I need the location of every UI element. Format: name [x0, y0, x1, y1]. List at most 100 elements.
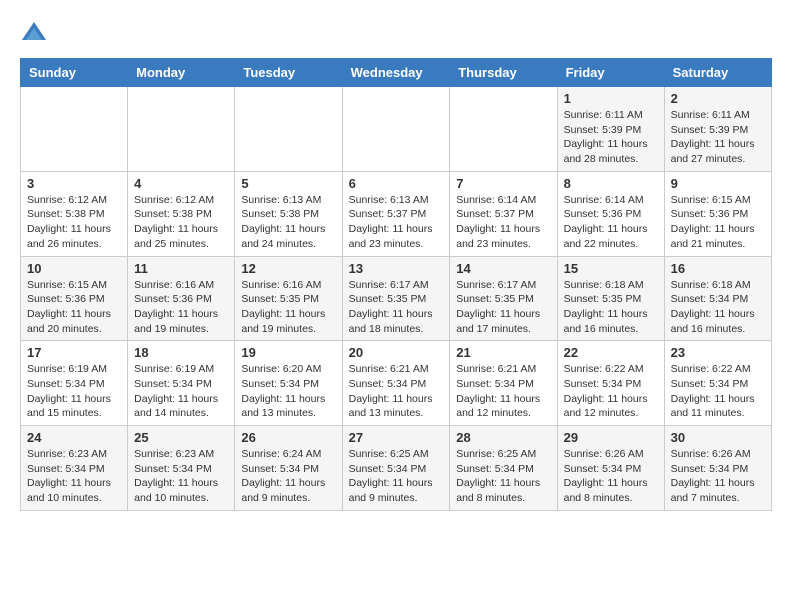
day-number: 8	[564, 176, 658, 191]
day-detail: Sunrise: 6:18 AM Sunset: 5:34 PM Dayligh…	[671, 278, 765, 337]
day-detail: Sunrise: 6:15 AM Sunset: 5:36 PM Dayligh…	[671, 193, 765, 252]
calendar-day-26: 26 Sunrise: 6:24 AM Sunset: 5:34 PM Dayli…	[235, 426, 342, 511]
day-number: 21	[456, 345, 550, 360]
day-detail: Sunrise: 6:19 AM Sunset: 5:34 PM Dayligh…	[27, 362, 121, 421]
calendar-day-6: 6 Sunrise: 6:13 AM Sunset: 5:37 PM Daylig…	[342, 171, 450, 256]
calendar-day-14: 14 Sunrise: 6:17 AM Sunset: 5:35 PM Dayli…	[450, 256, 557, 341]
calendar-day-17: 17 Sunrise: 6:19 AM Sunset: 5:34 PM Dayli…	[21, 341, 128, 426]
day-detail: Sunrise: 6:13 AM Sunset: 5:38 PM Dayligh…	[241, 193, 335, 252]
day-number: 30	[671, 430, 765, 445]
calendar-week-row: 1 Sunrise: 6:11 AM Sunset: 5:39 PM Daylig…	[21, 87, 772, 172]
day-number: 23	[671, 345, 765, 360]
calendar-day-24: 24 Sunrise: 6:23 AM Sunset: 5:34 PM Dayli…	[21, 426, 128, 511]
calendar-day-30: 30 Sunrise: 6:26 AM Sunset: 5:34 PM Dayli…	[664, 426, 771, 511]
calendar-day-20: 20 Sunrise: 6:21 AM Sunset: 5:34 PM Dayli…	[342, 341, 450, 426]
calendar-day-10: 10 Sunrise: 6:15 AM Sunset: 5:36 PM Dayli…	[21, 256, 128, 341]
day-detail: Sunrise: 6:21 AM Sunset: 5:34 PM Dayligh…	[349, 362, 444, 421]
weekday-header-sunday: Sunday	[21, 59, 128, 87]
day-detail: Sunrise: 6:11 AM Sunset: 5:39 PM Dayligh…	[671, 108, 765, 167]
calendar-day-1: 1 Sunrise: 6:11 AM Sunset: 5:39 PM Daylig…	[557, 87, 664, 172]
day-number: 3	[27, 176, 121, 191]
day-number: 25	[134, 430, 228, 445]
calendar-empty-cell	[128, 87, 235, 172]
calendar-day-23: 23 Sunrise: 6:22 AM Sunset: 5:34 PM Dayli…	[664, 341, 771, 426]
day-detail: Sunrise: 6:21 AM Sunset: 5:34 PM Dayligh…	[456, 362, 550, 421]
calendar-day-18: 18Sunrise: 6:19 AM Sunset: 5:34 PM Dayli…	[128, 341, 235, 426]
day-number: 2	[671, 91, 765, 106]
calendar-day-27: 27Sunrise: 6:25 AM Sunset: 5:34 PM Dayli…	[342, 426, 450, 511]
weekday-header-friday: Friday	[557, 59, 664, 87]
day-detail: Sunrise: 6:11 AM Sunset: 5:39 PM Dayligh…	[564, 108, 658, 167]
calendar-day-4: 4 Sunrise: 6:12 AM Sunset: 5:38 PM Daylig…	[128, 171, 235, 256]
day-detail: Sunrise: 6:22 AM Sunset: 5:34 PM Dayligh…	[671, 362, 765, 421]
day-number: 7	[456, 176, 550, 191]
day-number: 14	[456, 261, 550, 276]
weekday-header-tuesday: Tuesday	[235, 59, 342, 87]
calendar-day-13: 13 Sunrise: 6:17 AM Sunset: 5:35 PM Dayli…	[342, 256, 450, 341]
day-detail: Sunrise: 6:17 AM Sunset: 5:35 PM Dayligh…	[349, 278, 444, 337]
day-detail: Sunrise: 6:20 AM Sunset: 5:34 PM Dayligh…	[241, 362, 335, 421]
calendar-empty-cell	[21, 87, 128, 172]
calendar-day-2: 2 Sunrise: 6:11 AM Sunset: 5:39 PM Daylig…	[664, 87, 771, 172]
day-detail: Sunrise: 6:26 AM Sunset: 5:34 PM Dayligh…	[564, 447, 658, 506]
day-detail: Sunrise: 6:23 AM Sunset: 5:34 PM Dayligh…	[27, 447, 121, 506]
calendar-day-8: 8 Sunrise: 6:14 AM Sunset: 5:36 PM Daylig…	[557, 171, 664, 256]
day-detail: Sunrise: 6:26 AM Sunset: 5:34 PM Dayligh…	[671, 447, 765, 506]
weekday-header-monday: Monday	[128, 59, 235, 87]
day-detail: Sunrise: 6:14 AM Sunset: 5:36 PM Dayligh…	[564, 193, 658, 252]
day-detail: Sunrise: 6:22 AM Sunset: 5:34 PM Dayligh…	[564, 362, 658, 421]
day-number: 28	[456, 430, 550, 445]
calendar-day-5: 5 Sunrise: 6:13 AM Sunset: 5:38 PM Daylig…	[235, 171, 342, 256]
day-detail: Sunrise: 6:17 AM Sunset: 5:35 PM Dayligh…	[456, 278, 550, 337]
weekday-header-row: SundayMondayTuesdayWednesdayThursdayFrid…	[21, 59, 772, 87]
day-number: 22	[564, 345, 658, 360]
calendar-empty-cell	[235, 87, 342, 172]
day-number: 9	[671, 176, 765, 191]
calendar-day-21: 21 Sunrise: 6:21 AM Sunset: 5:34 PM Dayli…	[450, 341, 557, 426]
calendar-day-19: 19Sunrise: 6:20 AM Sunset: 5:34 PM Dayli…	[235, 341, 342, 426]
weekday-header-wednesday: Wednesday	[342, 59, 450, 87]
calendar-empty-cell	[342, 87, 450, 172]
calendar-day-15: 15Sunrise: 6:18 AM Sunset: 5:35 PM Dayli…	[557, 256, 664, 341]
day-number: 29	[564, 430, 658, 445]
day-number: 13	[349, 261, 444, 276]
calendar-day-12: 12Sunrise: 6:16 AM Sunset: 5:35 PM Dayli…	[235, 256, 342, 341]
calendar-week-row: 17 Sunrise: 6:19 AM Sunset: 5:34 PM Dayli…	[21, 341, 772, 426]
day-detail: Sunrise: 6:14 AM Sunset: 5:37 PM Dayligh…	[456, 193, 550, 252]
day-detail: Sunrise: 6:12 AM Sunset: 5:38 PM Dayligh…	[134, 193, 228, 252]
day-number: 26	[241, 430, 335, 445]
logo-icon	[20, 20, 48, 48]
day-detail: Sunrise: 6:25 AM Sunset: 5:34 PM Dayligh…	[349, 447, 444, 506]
calendar-table: SundayMondayTuesdayWednesdayThursdayFrid…	[20, 58, 772, 511]
day-detail: Sunrise: 6:23 AM Sunset: 5:34 PM Dayligh…	[134, 447, 228, 506]
calendar-day-22: 22 Sunrise: 6:22 AM Sunset: 5:34 PM Dayli…	[557, 341, 664, 426]
calendar-day-28: 28 Sunrise: 6:25 AM Sunset: 5:34 PM Dayli…	[450, 426, 557, 511]
day-number: 16	[671, 261, 765, 276]
day-detail: Sunrise: 6:16 AM Sunset: 5:36 PM Dayligh…	[134, 278, 228, 337]
day-number: 5	[241, 176, 335, 191]
day-detail: Sunrise: 6:24 AM Sunset: 5:34 PM Dayligh…	[241, 447, 335, 506]
logo	[20, 20, 54, 48]
day-number: 20	[349, 345, 444, 360]
day-detail: Sunrise: 6:15 AM Sunset: 5:36 PM Dayligh…	[27, 278, 121, 337]
page-header	[20, 20, 772, 48]
day-number: 6	[349, 176, 444, 191]
calendar-week-row: 24 Sunrise: 6:23 AM Sunset: 5:34 PM Dayli…	[21, 426, 772, 511]
day-detail: Sunrise: 6:13 AM Sunset: 5:37 PM Dayligh…	[349, 193, 444, 252]
day-number: 11	[134, 261, 228, 276]
calendar-day-25: 25 Sunrise: 6:23 AM Sunset: 5:34 PM Dayli…	[128, 426, 235, 511]
day-number: 10	[27, 261, 121, 276]
calendar-week-row: 3 Sunrise: 6:12 AM Sunset: 5:38 PM Daylig…	[21, 171, 772, 256]
day-detail: Sunrise: 6:19 AM Sunset: 5:34 PM Dayligh…	[134, 362, 228, 421]
calendar-day-29: 29 Sunrise: 6:26 AM Sunset: 5:34 PM Dayli…	[557, 426, 664, 511]
day-number: 4	[134, 176, 228, 191]
day-number: 15	[564, 261, 658, 276]
calendar-week-row: 10 Sunrise: 6:15 AM Sunset: 5:36 PM Dayli…	[21, 256, 772, 341]
day-number: 17	[27, 345, 121, 360]
calendar-day-7: 7 Sunrise: 6:14 AM Sunset: 5:37 PM Daylig…	[450, 171, 557, 256]
day-number: 24	[27, 430, 121, 445]
day-detail: Sunrise: 6:25 AM Sunset: 5:34 PM Dayligh…	[456, 447, 550, 506]
day-detail: Sunrise: 6:16 AM Sunset: 5:35 PM Dayligh…	[241, 278, 335, 337]
day-number: 1	[564, 91, 658, 106]
calendar-day-3: 3Sunrise: 6:12 AM Sunset: 5:38 PM Daylig…	[21, 171, 128, 256]
